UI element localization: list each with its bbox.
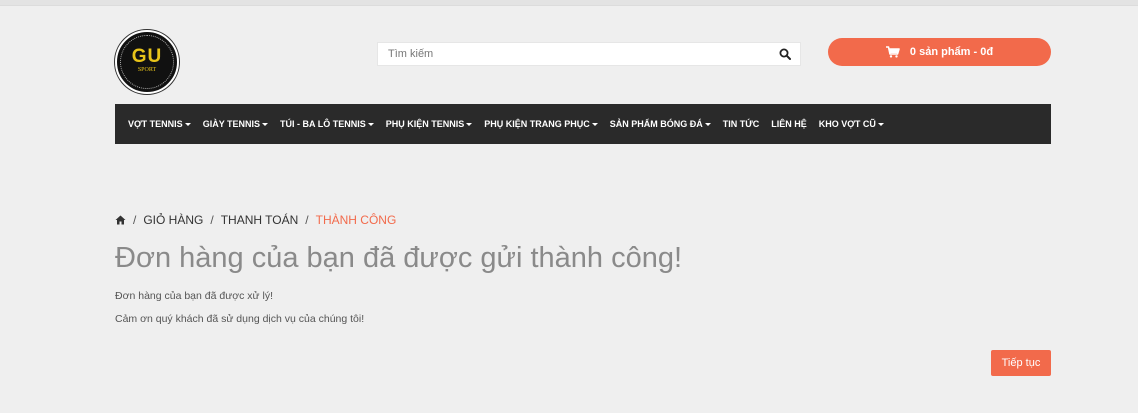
logo-sub-text: SPORT bbox=[137, 67, 157, 73]
site-logo[interactable]: GU SPORT bbox=[115, 30, 179, 94]
nav-item-label: GIÀY TENNIS bbox=[202, 119, 261, 129]
search-input[interactable] bbox=[378, 43, 778, 65]
nav-item-label: VỢT TENNIS bbox=[128, 119, 183, 129]
nav-item-tin-tuc[interactable]: TIN TỨC bbox=[723, 119, 759, 129]
breadcrumb-success: THÀNH CÔNG bbox=[315, 213, 397, 227]
caret-down-icon bbox=[591, 122, 598, 126]
nav-item-label: PHỤ KIỆN TRANG PHỤC bbox=[484, 119, 590, 129]
breadcrumb-separator: / bbox=[305, 213, 309, 227]
home-icon[interactable] bbox=[115, 215, 126, 225]
caret-down-icon bbox=[877, 122, 884, 126]
nav-item-kho-vot-cu[interactable]: KHO VỢT CŨ bbox=[819, 119, 884, 129]
nav-item-label: TÚI - BA LÔ TENNIS bbox=[280, 119, 366, 129]
nav-item-phu-kien-trang-phuc[interactable]: PHỤ KIỆN TRANG PHỤC bbox=[484, 119, 598, 129]
cart-summary: 0 sản phẩm - 0đ bbox=[909, 46, 994, 58]
nav-item-tui-ba-lo-tennis[interactable]: TÚI - BA LÔ TENNIS bbox=[280, 119, 374, 129]
thank-you-message: Cảm ơn quý khách đã sử dụng dịch vụ của … bbox=[115, 313, 365, 325]
nav-item-label: KHO VỢT CŨ bbox=[818, 119, 876, 129]
search-box bbox=[377, 42, 801, 66]
nav-item-vot-tennis[interactable]: VỢT TENNIS bbox=[128, 119, 191, 129]
shopping-cart-icon bbox=[885, 46, 900, 58]
nav-item-lien-he[interactable]: LIÊN HỆ bbox=[771, 119, 807, 129]
search-icon[interactable] bbox=[779, 48, 791, 60]
breadcrumb-separator: / bbox=[210, 213, 214, 227]
caret-down-icon bbox=[466, 122, 473, 126]
breadcrumb-cart[interactable]: GIỎ HÀNG bbox=[143, 213, 203, 227]
order-processed-message: Đơn hàng của bạn đã được xử lý! bbox=[115, 290, 273, 302]
top-border bbox=[0, 0, 1138, 6]
nav-item-giay-tennis[interactable]: GIÀY TENNIS bbox=[202, 119, 269, 129]
continue-button[interactable]: Tiếp tục bbox=[991, 350, 1051, 376]
page-title: Đơn hàng của bạn đã được gửi thành công! bbox=[115, 242, 683, 274]
nav-item-label: SẢN PHẨM BÓNG ĐÁ bbox=[609, 119, 703, 129]
nav-item-label: PHỤ KIỆN TENNIS bbox=[385, 119, 465, 129]
caret-down-icon bbox=[704, 122, 711, 126]
nav-item-san-pham-bong-da[interactable]: SẢN PHẨM BÓNG ĐÁ bbox=[610, 119, 711, 129]
cart-button[interactable]: 0 sản phẩm - 0đ bbox=[828, 38, 1051, 66]
caret-down-icon bbox=[262, 122, 269, 126]
nav-item-phu-kien-tennis[interactable]: PHỤ KIỆN TENNIS bbox=[386, 119, 473, 129]
caret-down-icon bbox=[367, 122, 374, 126]
nav-item-label: TIN TỨC bbox=[722, 119, 760, 129]
breadcrumb-checkout[interactable]: THANH TOÁN bbox=[221, 213, 299, 227]
breadcrumb: / GIỎ HÀNG / THANH TOÁN / THÀNH CÔNG bbox=[115, 212, 396, 228]
nav-item-label: LIÊN HỆ bbox=[771, 119, 807, 129]
breadcrumb-separator: / bbox=[133, 213, 137, 227]
caret-down-icon bbox=[184, 122, 191, 126]
logo-brand-text: GU bbox=[131, 46, 163, 67]
main-nav: VỢT TENNIS GIÀY TENNIS TÚI - BA LÔ TENNI… bbox=[115, 104, 1051, 144]
